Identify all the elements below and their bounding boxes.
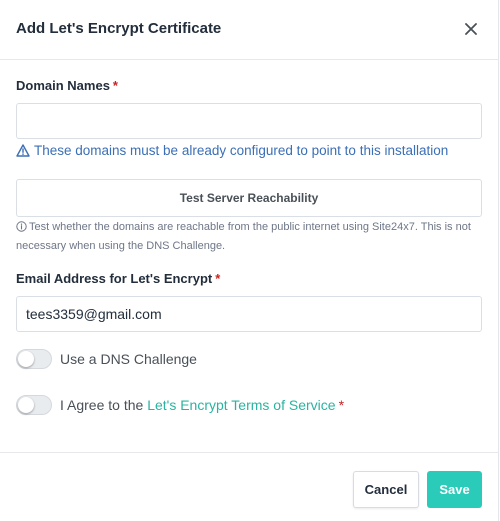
reachability-hint: Test whether the domains are reachable f… (16, 218, 486, 256)
terms-of-service-link[interactable]: Let's Encrypt Terms of Service (147, 397, 335, 413)
test-server-reachability-button[interactable]: Test Server Reachability (16, 179, 482, 217)
required-mark: * (112, 78, 118, 93)
certificate-modal: Add Let's Encrypt Certificate Domain Nam… (0, 0, 499, 521)
close-icon (465, 23, 477, 35)
cancel-button[interactable]: Cancel (353, 471, 419, 508)
info-icon (16, 221, 27, 232)
email-label: Email Address for Let's Encrypt * (16, 271, 220, 286)
domain-names-label: Domain Names * (16, 78, 118, 93)
terms-toggle-row[interactable]: I Agree to the Let's Encrypt Terms of Se… (16, 395, 344, 415)
email-label-text: Email Address for Let's Encrypt (16, 271, 213, 286)
domain-warning: These domains must be already configured… (16, 143, 448, 158)
terms-prefix: I Agree to the (60, 397, 144, 413)
terms-label: I Agree to the Let's Encrypt Terms of Se… (60, 397, 344, 413)
close-button[interactable] (460, 18, 482, 40)
modal-title: Add Let's Encrypt Certificate (16, 20, 222, 37)
domain-names-label-text: Domain Names (16, 78, 110, 93)
dns-challenge-label: Use a DNS Challenge (60, 351, 197, 367)
dns-challenge-switch[interactable] (16, 349, 52, 369)
terms-agree-switch[interactable] (16, 395, 52, 415)
modal-header: Add Let's Encrypt Certificate (0, 0, 499, 60)
email-input[interactable] (16, 296, 482, 332)
warning-icon (16, 144, 30, 157)
required-mark: * (215, 271, 221, 286)
required-mark: * (338, 397, 345, 413)
save-button[interactable]: Save (427, 471, 482, 508)
dns-challenge-toggle-row[interactable]: Use a DNS Challenge (16, 349, 197, 369)
domain-names-input[interactable] (16, 103, 482, 139)
domain-warning-text: These domains must be already configured… (34, 143, 449, 158)
reachability-hint-text: Test whether the domains are reachable f… (16, 221, 471, 252)
switch-knob (18, 351, 34, 367)
switch-knob (18, 397, 34, 413)
modal-footer: Cancel Save (0, 452, 499, 521)
